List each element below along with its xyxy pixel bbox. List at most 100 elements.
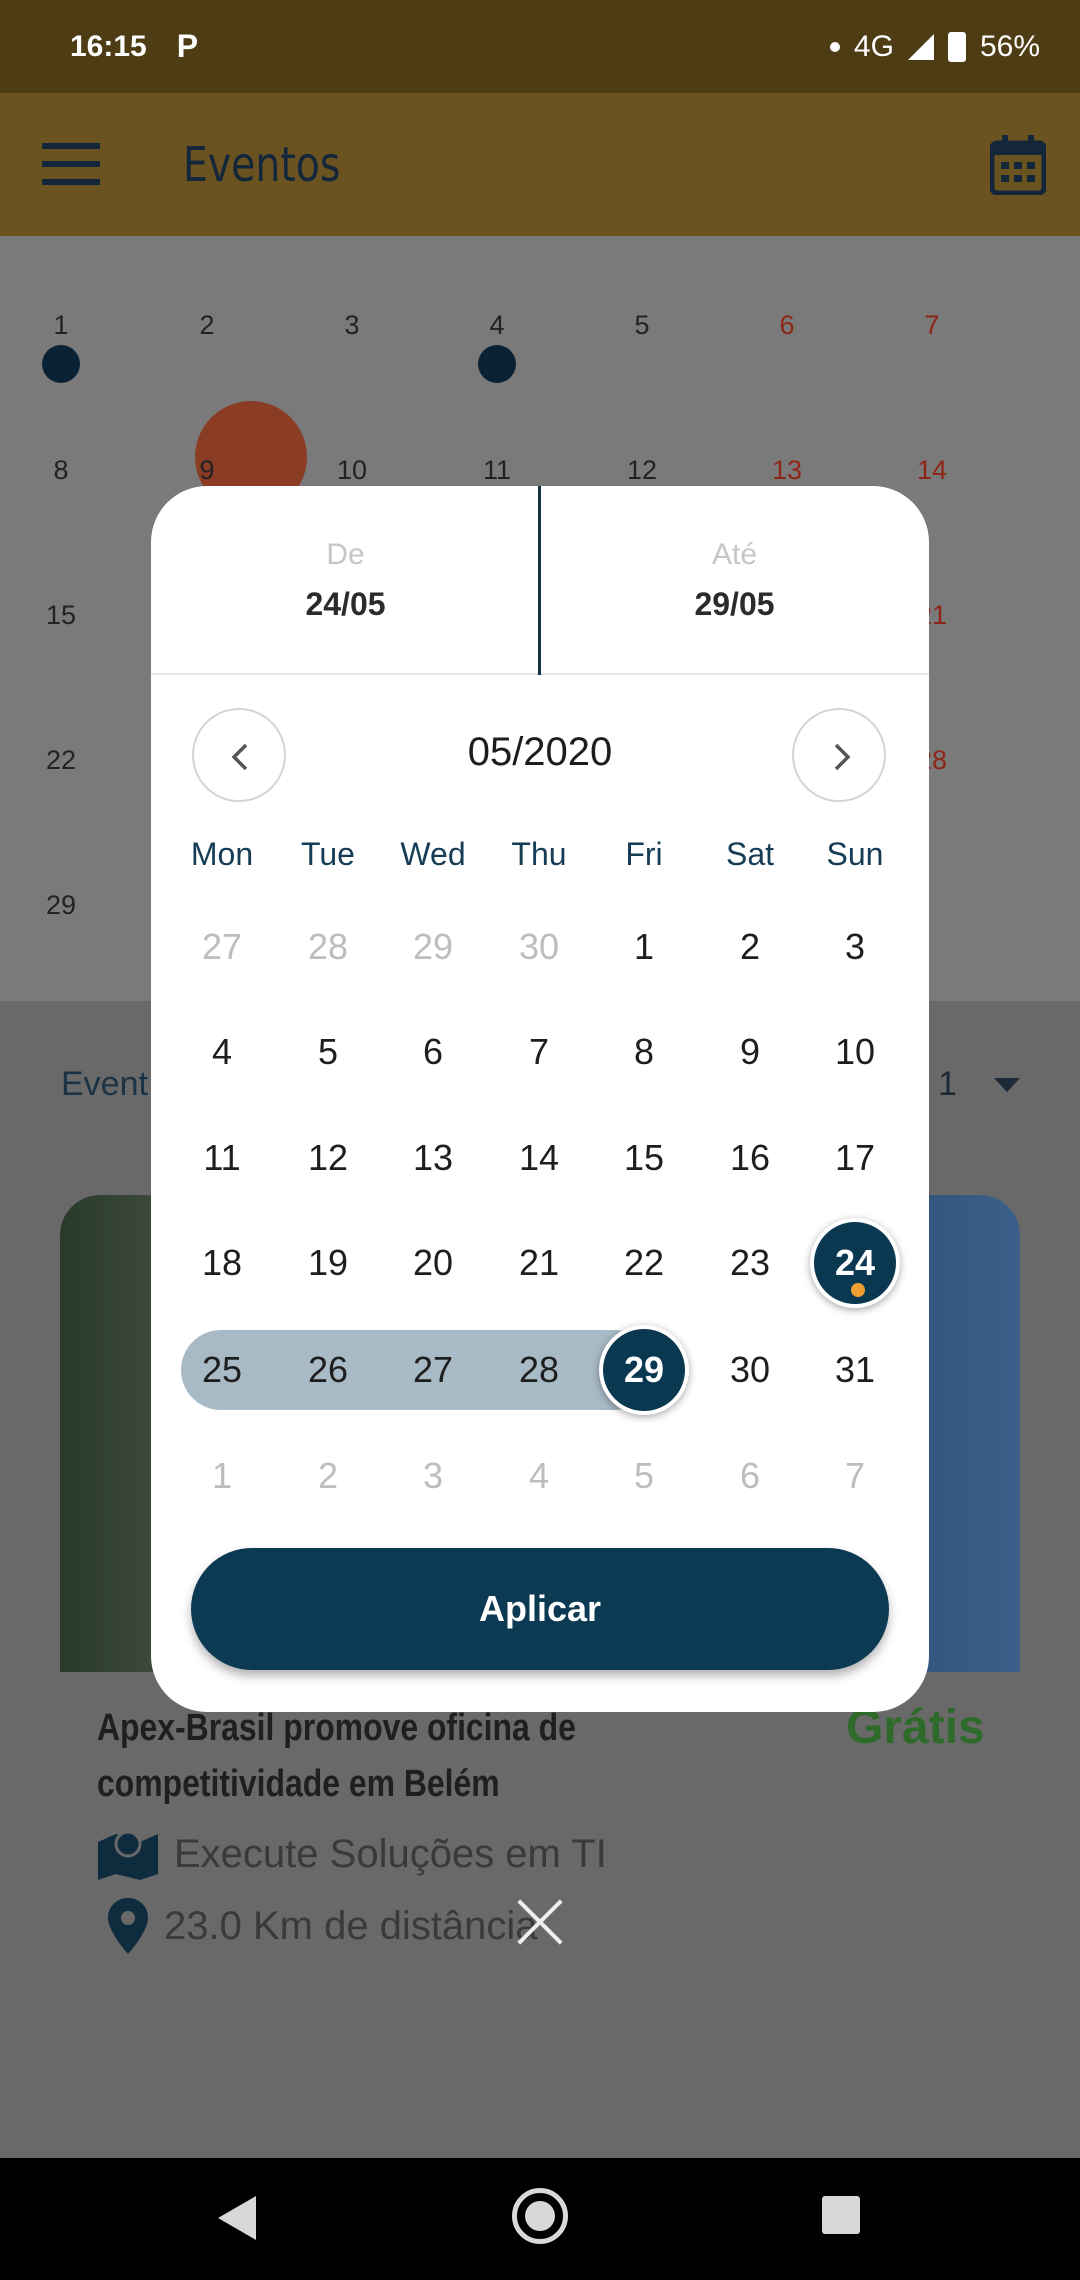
back-icon[interactable]: [218, 2196, 256, 2240]
background-day: 15: [45, 600, 77, 630]
apply-button[interactable]: Aplicar: [191, 1548, 889, 1670]
weekday-label: Mon: [190, 836, 254, 872]
range-start-day[interactable]: 24: [810, 1218, 900, 1308]
calendar-day-outside-month: 28: [307, 926, 349, 967]
calendar-day[interactable]: 18: [169, 1228, 275, 1298]
events-section-label: Event: [61, 1065, 148, 1103]
month-title: 05/2020: [467, 730, 613, 774]
notification-p-icon: P: [176, 28, 199, 64]
map-icon: [98, 1830, 158, 1880]
calendar-day[interactable]: 10: [802, 1017, 908, 1087]
calendar-day[interactable]: 30: [697, 1335, 803, 1405]
previous-month-button[interactable]: [192, 708, 286, 802]
status-bar: 16:15 P 4G 56%: [0, 0, 1080, 93]
home-icon[interactable]: [512, 2188, 568, 2244]
event-card-title[interactable]: Apex-Brasil promove oficina de competiti…: [97, 1700, 685, 1812]
calendar-day[interactable]: 7: [486, 1017, 592, 1087]
calendar-day[interactable]: 12: [275, 1123, 381, 1193]
background-day: 5: [634, 310, 650, 340]
calendar-day-outside-month: 3: [422, 1455, 444, 1496]
event-dot-icon: [42, 345, 80, 383]
calendar-day[interactable]: 14: [486, 1123, 592, 1193]
system-nav-bar: [0, 2158, 1080, 2280]
to-label: Até: [711, 538, 758, 571]
calendar-day[interactable]: 26: [275, 1335, 381, 1405]
calendar-day[interactable]: 23: [697, 1228, 803, 1298]
organizer-row: Execute Soluções em TI: [96, 1828, 607, 1880]
next-month-button[interactable]: [792, 708, 886, 802]
calendar-day[interactable]: 2: [697, 912, 803, 982]
weekday-label: Sat: [725, 836, 775, 872]
weekday-header: Mon Tue Wed Thu Fri Sat Sun: [151, 836, 929, 886]
from-value: 24/05: [305, 586, 386, 622]
background-day: 3: [344, 310, 360, 340]
calendar-day[interactable]: 25: [169, 1335, 275, 1405]
distance-row: 23.0 Km de distância: [96, 1898, 538, 1954]
calendar-day-outside-month: 30: [518, 926, 560, 967]
calendar-day[interactable]: 27: [380, 1335, 486, 1405]
chevron-left-icon: [231, 743, 248, 771]
calendar-day[interactable]: 20: [380, 1228, 486, 1298]
status-time: 16:15: [70, 29, 147, 63]
range-header: De 24/05 Até 29/05: [151, 486, 929, 675]
weekday-label: Thu: [511, 836, 567, 872]
calendar-day-outside-month: 1: [211, 1455, 233, 1496]
location-pin-icon: [108, 1898, 148, 1954]
background-day: 7: [924, 310, 940, 340]
calendar-day[interactable]: 17: [802, 1123, 908, 1193]
calendar-day-outside-month: 29: [412, 926, 454, 967]
calendar-day[interactable]: 3: [802, 912, 908, 982]
calendar-day[interactable]: 1: [591, 912, 697, 982]
notification-dot-icon: [829, 41, 840, 52]
calendar-day[interactable]: 22: [591, 1228, 697, 1298]
calendar-day[interactable]: 13: [380, 1123, 486, 1193]
background-day: 8: [53, 455, 69, 485]
calendar-day[interactable]: 19: [275, 1228, 381, 1298]
calendar-day[interactable]: 9: [697, 1017, 803, 1087]
app-bar: Eventos: [0, 93, 1080, 236]
calendar-icon[interactable]: [990, 135, 1046, 195]
menu-icon[interactable]: [42, 143, 100, 185]
close-icon[interactable]: [514, 1896, 566, 1948]
calendar-day-outside-month: 4: [528, 1455, 550, 1496]
recents-icon[interactable]: [822, 2196, 860, 2234]
calendar-day-outside-month: 2: [317, 1455, 339, 1496]
distance-text: 23.0 Km de distância: [164, 1903, 538, 1948]
calendar-day[interactable]: 4: [169, 1017, 275, 1087]
events-count[interactable]: 1: [938, 1065, 957, 1104]
calendar-day[interactable]: 8: [591, 1017, 697, 1087]
event-dot-icon: [478, 345, 516, 383]
battery-level: 56%: [979, 29, 1040, 63]
dropdown-caret-icon[interactable]: [994, 1078, 1020, 1092]
chevron-right-icon: [834, 743, 851, 771]
signal-icon: [907, 33, 934, 60]
calendar-day-outside-month: 7: [844, 1455, 866, 1496]
calendar-day[interactable]: 21: [486, 1228, 592, 1298]
event-dot-icon: [851, 1283, 865, 1297]
calendar-day[interactable]: 5: [275, 1017, 381, 1087]
network-type: 4G: [853, 29, 894, 63]
to-value: 29/05: [694, 586, 775, 622]
calendar-day[interactable]: 6: [380, 1017, 486, 1087]
calendar-day[interactable]: 31: [802, 1335, 908, 1405]
calendar-day[interactable]: 16: [697, 1123, 803, 1193]
background-day: 6: [779, 310, 795, 340]
calendar-day[interactable]: 28: [486, 1335, 592, 1405]
weekday-label: Tue: [301, 836, 355, 872]
calendar-day-outside-month: 6: [739, 1455, 761, 1496]
calendar-day[interactable]: 15: [591, 1123, 697, 1193]
page-title: Eventos: [183, 137, 341, 193]
to-date[interactable]: Até 29/05: [540, 486, 929, 675]
weekday-label: Wed: [400, 836, 466, 872]
date-range-dialog: De 24/05 Até 29/05 05/2020 Mon Tue Wed Thu F…: [151, 486, 929, 1712]
range-end-day[interactable]: 29: [599, 1325, 689, 1415]
weekday-label: Fri: [625, 836, 663, 872]
calendar-day-outside-month: 5: [633, 1455, 655, 1496]
from-date[interactable]: De 24/05: [151, 486, 540, 675]
background-day: 29: [45, 890, 77, 920]
calendar-day[interactable]: 11: [169, 1123, 275, 1193]
calendar-day-outside-month: 27: [201, 926, 243, 967]
background-day: 22: [45, 745, 77, 775]
organizer-name: Execute Soluções em TI: [174, 1831, 607, 1876]
battery-icon: [947, 31, 966, 62]
